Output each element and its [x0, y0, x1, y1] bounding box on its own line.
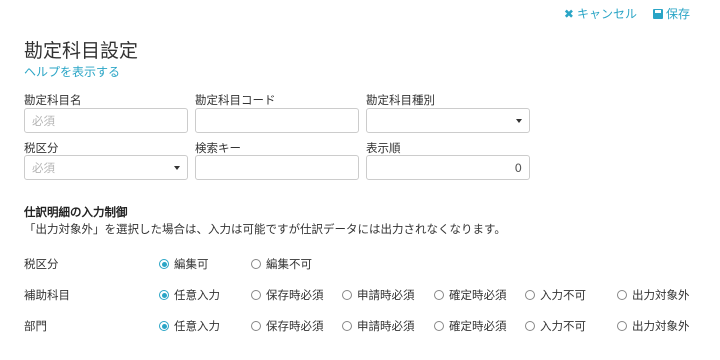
radio-label: 保存時必須	[266, 319, 324, 333]
radio-label: 確定時必須	[449, 319, 507, 333]
radio-sub-account-excluded[interactable]: 出力対象外	[617, 287, 690, 303]
radio-selected-icon	[159, 290, 169, 300]
close-icon: ✖	[563, 6, 574, 21]
account-name-label: 勘定科目名	[24, 93, 82, 107]
account-code-input[interactable]	[195, 108, 359, 133]
help-link[interactable]: ヘルプを表示する	[24, 63, 120, 80]
radio-unselected-icon	[251, 321, 261, 331]
radio-sub-account-required-on-save[interactable]: 保存時必須	[251, 287, 324, 303]
display-order-value: 0	[514, 160, 522, 175]
input-control-title: 仕訳明細の入力制御	[24, 205, 128, 219]
account-type-label: 勘定科目種別	[366, 93, 435, 107]
radio-department-optional[interactable]: 任意入力	[159, 318, 220, 334]
radio-unselected-icon	[342, 290, 352, 300]
row-label-sub-account: 補助科目	[24, 288, 70, 302]
search-key-input[interactable]	[195, 155, 359, 180]
tax-category-label: 税区分	[24, 141, 59, 155]
input-control-description: 「出力対象外」を選択した場合は、入力は可能ですが仕訳データには出力されなくなりま…	[24, 222, 506, 236]
radio-department-disabled[interactable]: 入力不可	[525, 318, 586, 334]
radio-unselected-icon	[434, 290, 444, 300]
radio-unselected-icon	[251, 290, 261, 300]
display-order-input[interactable]: 0	[366, 155, 530, 180]
radio-label: 出力対象外	[632, 319, 690, 333]
tax-category-select[interactable]: 必須	[24, 155, 188, 180]
account-name-placeholder: 必須	[32, 113, 55, 128]
save-button[interactable]: 保存	[652, 5, 690, 22]
chevron-down-icon	[174, 166, 180, 170]
radio-sub-account-required-on-confirm[interactable]: 確定時必須	[434, 287, 507, 303]
chevron-down-icon	[516, 119, 522, 123]
account-name-input[interactable]: 必須	[24, 108, 188, 133]
cancel-button[interactable]: ✖ キャンセル	[564, 5, 637, 22]
radio-department-required-on-save[interactable]: 保存時必須	[251, 318, 324, 334]
radio-department-required-on-apply[interactable]: 申請時必須	[342, 318, 415, 334]
search-key-label: 検索キー	[195, 141, 241, 155]
radio-sub-account-disabled[interactable]: 入力不可	[525, 287, 586, 303]
radio-unselected-icon	[251, 259, 261, 269]
radio-sub-account-optional[interactable]: 任意入力	[159, 287, 220, 303]
radio-label: 申請時必須	[357, 288, 415, 302]
radio-department-excluded[interactable]: 出力対象外	[617, 318, 690, 334]
radio-unselected-icon	[617, 321, 627, 331]
radio-label: 出力対象外	[632, 288, 690, 302]
radio-label: 申請時必須	[357, 319, 415, 333]
radio-label: 任意入力	[174, 288, 220, 302]
row-label-department: 部門	[24, 319, 47, 333]
radio-unselected-icon	[525, 290, 535, 300]
radio-tax-editable[interactable]: 編集可	[159, 256, 209, 272]
radio-selected-icon	[159, 259, 169, 269]
display-order-label: 表示順	[366, 141, 401, 155]
radio-label: 入力不可	[540, 319, 586, 333]
save-icon	[652, 8, 663, 19]
radio-department-required-on-confirm[interactable]: 確定時必須	[434, 318, 507, 334]
row-label-tax-category: 税区分	[24, 257, 59, 271]
account-code-label: 勘定科目コード	[195, 93, 276, 107]
radio-tax-not-editable[interactable]: 編集不可	[251, 256, 312, 272]
radio-label: 保存時必須	[266, 288, 324, 302]
radio-label: 入力不可	[540, 288, 586, 302]
radio-selected-icon	[159, 321, 169, 331]
radio-unselected-icon	[434, 321, 444, 331]
radio-unselected-icon	[342, 321, 352, 331]
tax-category-placeholder: 必須	[32, 160, 55, 175]
cancel-button-label: キャンセル	[576, 7, 637, 21]
radio-label: 編集不可	[266, 257, 312, 271]
page-title: 勘定科目設定	[24, 40, 139, 62]
top-action-bar: ✖ キャンセル 保存	[564, 5, 690, 22]
radio-unselected-icon	[617, 290, 627, 300]
radio-label: 編集可	[174, 257, 209, 271]
radio-unselected-icon	[525, 321, 535, 331]
save-button-label: 保存	[665, 7, 690, 21]
account-type-select[interactable]	[366, 108, 530, 133]
radio-label: 確定時必須	[449, 288, 507, 302]
radio-label: 任意入力	[174, 319, 220, 333]
radio-sub-account-required-on-apply[interactable]: 申請時必須	[342, 287, 415, 303]
